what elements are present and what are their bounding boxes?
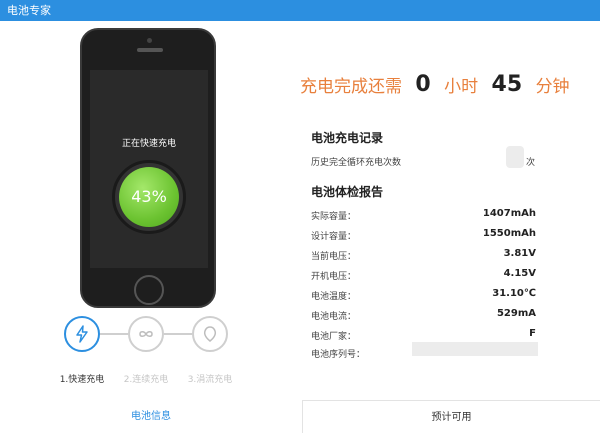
- charge-record-title: 电池充电记录: [311, 131, 384, 145]
- mode-label-continuous: 2.连续充电: [123, 375, 169, 385]
- mode-connector: [100, 333, 128, 335]
- report-row-label: 电池温度：: [311, 292, 357, 302]
- report-row-label: 电池厂家：: [311, 332, 357, 342]
- report-row-value: 4.15V: [503, 268, 536, 279]
- report-row-label: 开机电压：: [311, 272, 357, 282]
- report-row-value: F: [529, 328, 536, 339]
- eta-minutes: 45: [491, 72, 523, 97]
- title-bar: 电池专家: [0, 0, 600, 21]
- mode-continuous-charge-button[interactable]: [128, 316, 164, 352]
- lightning-icon: [76, 325, 88, 343]
- report-row-value: 1550mAh: [482, 228, 536, 239]
- cycle-count-value-blurred: [506, 146, 524, 168]
- serial-number-blurred: [412, 342, 538, 356]
- report-row-label: 设计容量：: [311, 232, 357, 242]
- camera-icon: [147, 38, 152, 43]
- battery-gauge: 43%: [112, 160, 186, 234]
- infinity-icon: [139, 331, 153, 337]
- droplet-icon: [203, 326, 217, 342]
- mode-label-fast: 1.快速充电: [59, 375, 105, 385]
- report-row-value: 529mA: [496, 308, 536, 319]
- report-row-value: 3.81V: [503, 248, 536, 259]
- cycle-count-suffix: 次: [526, 158, 536, 168]
- battery-percent: 43%: [119, 167, 179, 227]
- report-row-label: 电池序列号：: [311, 350, 366, 360]
- battery-report-title: 电池体检报告: [311, 185, 384, 199]
- report-row-label: 当前电压：: [311, 252, 357, 262]
- estimated-usage-tab[interactable]: 预计可用: [302, 400, 600, 433]
- report-row-label: 电池电流：: [311, 312, 357, 322]
- report-row-value: 31.10℃: [492, 288, 536, 299]
- eta-hours: 0: [415, 72, 431, 97]
- eta-prefix: 充电完成还需: [300, 77, 402, 97]
- phone-screen: 正在快速充电 43%: [90, 70, 208, 268]
- phone-illustration: 正在快速充电 43%: [80, 28, 216, 308]
- report-row-value: 1407mAh: [482, 208, 536, 219]
- mode-label-trickle: 3.涓流充电: [187, 375, 233, 385]
- mode-connector: [164, 333, 192, 335]
- charge-eta: 充电完成还需 0 小时 45 分钟: [300, 72, 570, 102]
- window-title: 电池专家: [7, 4, 51, 17]
- mode-fast-charge-button[interactable]: [64, 316, 100, 352]
- home-button-icon: [134, 275, 164, 305]
- cycle-count-label: 历史完全循环充电次数: [311, 158, 402, 168]
- battery-info-tab[interactable]: 电池信息: [0, 400, 302, 433]
- eta-hours-unit: 小时: [444, 77, 479, 97]
- eta-minutes-unit: 分钟: [535, 77, 570, 97]
- charging-status: 正在快速充电: [121, 139, 176, 149]
- speaker-icon: [137, 48, 163, 52]
- report-row-label: 实际容量：: [311, 212, 357, 222]
- mode-trickle-charge-button[interactable]: [192, 316, 228, 352]
